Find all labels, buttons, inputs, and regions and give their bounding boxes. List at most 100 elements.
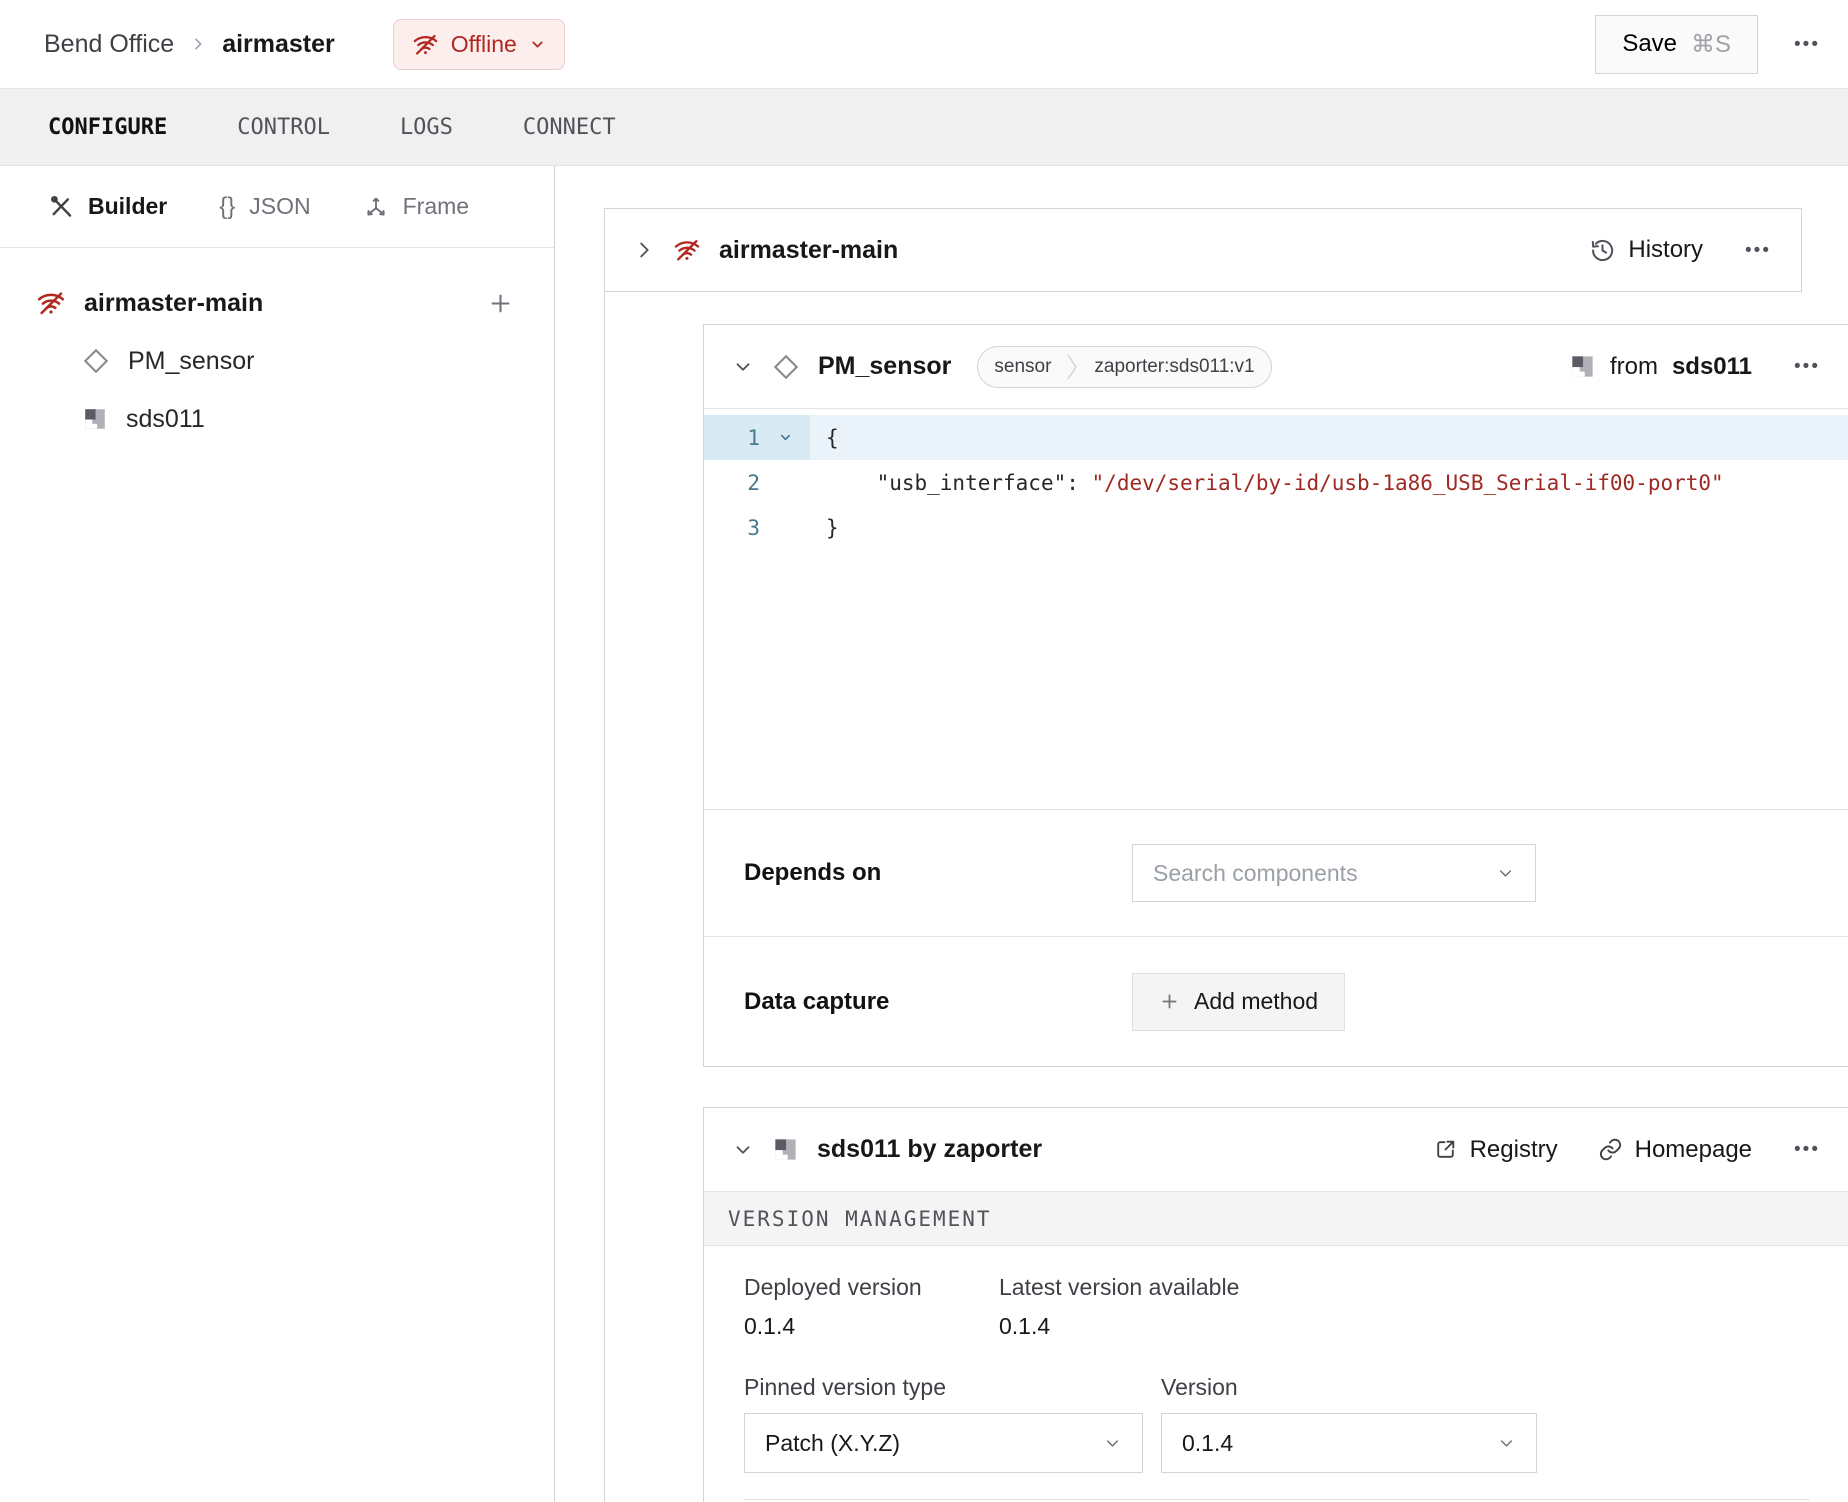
status-badge[interactable]: Offline xyxy=(392,18,565,70)
collapse-chevron-down-icon[interactable] xyxy=(732,1139,754,1161)
collapse-chevron-down-icon[interactable] xyxy=(732,356,754,378)
data-capture-row: Data capture Add method xyxy=(704,936,1848,1066)
save-label: Save xyxy=(1622,30,1678,57)
module-icon xyxy=(1569,353,1596,380)
json-string-value: "/dev/serial/by-id/usb-1a86_USB_Serial-i… xyxy=(1091,470,1724,495)
tree-item-main-part[interactable]: airmaster-main xyxy=(0,274,554,332)
line-number: 1 xyxy=(747,425,760,450)
tree-item-label: PM_sensor xyxy=(128,346,255,375)
sds011-module-card: sds011 by zaporter Registry Homepage •••… xyxy=(703,1107,1848,1502)
tree-connector-line xyxy=(604,292,605,1502)
mode-tab-label: JSON xyxy=(249,193,311,219)
line-number: 3 xyxy=(747,515,760,540)
external-link-icon xyxy=(1433,1137,1458,1162)
breadcrumb-machine: airmaster xyxy=(222,29,335,58)
mode-tab-json[interactable]: {} JSON xyxy=(219,193,310,221)
top-bar: Bend Office airmaster Offline Save ⌘S ••… xyxy=(0,0,1848,88)
version-value: 0.1.4 xyxy=(1182,1429,1234,1456)
version-select[interactable]: 0.1.4 xyxy=(1161,1413,1537,1473)
wifi-off-icon xyxy=(673,236,701,264)
module-card-header: sds011 by zaporter Registry Homepage ••• xyxy=(704,1108,1848,1192)
badge-chevron-separator xyxy=(1067,347,1078,387)
tab-configure[interactable]: CONFIGURE xyxy=(46,109,169,146)
view-mode-tabs: Builder {} JSON Frame xyxy=(0,166,554,248)
pinned-version-type-label: Pinned version type xyxy=(744,1374,947,1400)
depends-on-row: Depends on Search components xyxy=(704,809,1848,936)
homepage-link[interactable]: Homepage xyxy=(1598,1136,1752,1164)
module-card-menu-button[interactable]: ••• xyxy=(1792,1134,1822,1165)
json-key: "usb_interface" xyxy=(876,470,1067,495)
mode-tab-builder[interactable]: Builder xyxy=(48,193,167,220)
save-shortcut: ⌘S xyxy=(1691,30,1732,58)
component-card-title: PM_sensor xyxy=(818,352,952,380)
from-module-name: sds011 xyxy=(1671,352,1753,380)
sidebar: Builder {} JSON Frame airmaster-main PM_… xyxy=(0,166,555,1502)
mode-tab-label: Builder xyxy=(88,193,168,219)
deployed-version-label: Deployed version xyxy=(744,1274,922,1300)
code-text: } xyxy=(826,515,839,540)
chevron-down-icon xyxy=(529,36,546,53)
latest-version-label: Latest version available xyxy=(999,1274,1240,1300)
tree-item-pm-sensor[interactable]: PM_sensor xyxy=(0,332,554,390)
tab-logs[interactable]: LOGS xyxy=(398,109,455,146)
history-button[interactable]: History xyxy=(1589,236,1703,264)
content-area: Builder {} JSON Frame airmaster-main PM_… xyxy=(0,166,1848,1502)
depends-on-label: Depends on xyxy=(744,859,882,886)
code-fold-chevron-icon[interactable] xyxy=(760,430,810,445)
tab-control[interactable]: CONTROL xyxy=(235,109,332,146)
tree-item-label: sds011 xyxy=(126,404,205,433)
history-clock-icon xyxy=(1589,237,1616,264)
wifi-off-icon xyxy=(412,31,439,58)
code-line: 3 } xyxy=(704,505,1848,550)
code-line: 1 { xyxy=(704,415,1848,460)
component-diamond-icon xyxy=(772,353,800,381)
pinned-version-type-select[interactable]: Patch (X.Y.Z) xyxy=(744,1413,1143,1473)
expand-chevron-right-icon[interactable] xyxy=(633,239,655,261)
component-card-menu-button[interactable]: ••• xyxy=(1792,351,1822,382)
from-module-label: from sds011 xyxy=(1569,353,1752,381)
registry-label: Registry xyxy=(1469,1135,1558,1163)
tab-connect[interactable]: CONNECT xyxy=(521,109,618,146)
main-tab-bar: CONFIGURE CONTROL LOGS CONNECT xyxy=(0,88,1848,166)
registry-link[interactable]: Registry xyxy=(1433,1136,1558,1164)
save-button[interactable]: Save ⌘S xyxy=(1595,14,1759,74)
chevron-down-icon xyxy=(1103,1434,1122,1453)
history-label: History xyxy=(1628,236,1704,263)
pm-sensor-card-header: PM_sensor sensor zaporter:sds011:v1 from… xyxy=(704,325,1848,409)
chevron-down-icon xyxy=(1497,1434,1516,1453)
attributes-json-editor[interactable]: 1 { 2 "usb_interface": "/dev/serial/by-i… xyxy=(704,409,1848,809)
json-colon: : xyxy=(1066,470,1092,495)
mode-tab-frame[interactable]: Frame xyxy=(363,193,469,220)
wifi-off-icon xyxy=(36,288,66,318)
chevron-right-icon xyxy=(190,36,206,52)
component-type: sensor xyxy=(994,355,1052,377)
status-label: Offline xyxy=(450,30,517,57)
component-model: zaporter:sds011:v1 xyxy=(1094,355,1255,377)
topbar-menu-button[interactable]: ••• xyxy=(1792,29,1822,60)
component-type-badge: sensor zaporter:sds011:v1 xyxy=(977,345,1272,388)
component-diamond-icon xyxy=(82,347,110,375)
module-icon xyxy=(772,1136,799,1163)
code-line: 2 "usb_interface": "/dev/serial/by-id/us… xyxy=(704,460,1848,505)
mode-tab-label: Frame xyxy=(402,193,470,219)
main-part-card: airmaster-main History ••• xyxy=(604,208,1802,292)
pm-sensor-card: PM_sensor sensor zaporter:sds011:v1 from… xyxy=(703,324,1848,1067)
from-prefix: from xyxy=(1609,352,1658,380)
add-method-button[interactable]: Add method xyxy=(1132,972,1346,1031)
add-method-label: Add method xyxy=(1194,988,1319,1014)
tree-item-label: airmaster-main xyxy=(84,288,264,317)
depends-on-select[interactable]: Search components xyxy=(1132,844,1536,902)
module-icon xyxy=(82,406,108,432)
braces-icon: {} xyxy=(219,192,236,220)
add-component-button[interactable] xyxy=(487,290,514,317)
machine-part-tree: airmaster-main PM_sensor sds011 xyxy=(0,248,554,448)
breadcrumb: Bend Office airmaster Offline xyxy=(44,18,565,70)
part-card-menu-button[interactable]: ••• xyxy=(1743,235,1773,266)
frame-axes-icon xyxy=(363,194,389,220)
breadcrumb-location[interactable]: Bend Office xyxy=(44,30,174,59)
chain-link-icon xyxy=(1598,1137,1623,1162)
latest-version-value: 0.1.4 xyxy=(999,1313,1051,1339)
code-text: "usb_interface": "/dev/serial/by-id/usb-… xyxy=(810,471,1724,495)
version-management-content: Deployed version 0.1.4 Latest version av… xyxy=(704,1246,1848,1500)
tree-item-sds011[interactable]: sds011 xyxy=(0,390,554,448)
